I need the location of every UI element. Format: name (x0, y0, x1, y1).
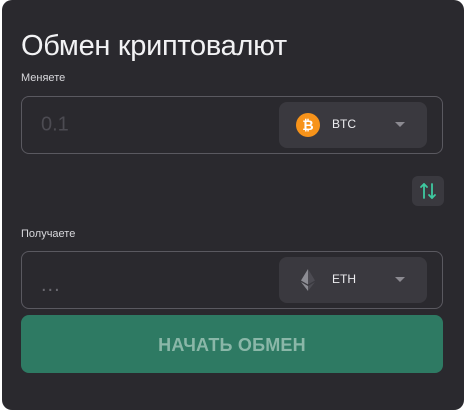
svg-text:₿: ₿ (302, 118, 313, 134)
ethereum-icon (301, 269, 315, 291)
swap-arrows-icon (420, 183, 436, 199)
swap-button[interactable] (412, 176, 444, 206)
start-exchange-button[interactable]: НАЧАТЬ ОБМЕН (21, 315, 443, 373)
exchange-card: Обмен криптовалют Меняете ₿ BTC Получает… (2, 0, 464, 410)
give-label: Меняете (21, 72, 66, 84)
get-currency-name: ETH (332, 272, 356, 286)
chevron-down-icon (395, 122, 405, 127)
page-title: Обмен криптовалют (21, 30, 287, 62)
give-amount-input[interactable] (41, 113, 241, 137)
give-currency-name: BTC (332, 117, 356, 131)
get-amount-value: ... (41, 274, 61, 296)
get-label: Получаете (21, 228, 76, 240)
give-currency-select[interactable]: ₿ BTC (279, 102, 427, 148)
give-field: ₿ BTC (21, 96, 443, 154)
get-field: ... ETH (21, 251, 443, 309)
get-currency-select[interactable]: ETH (279, 257, 427, 303)
chevron-down-icon (395, 277, 405, 282)
bitcoin-icon: ₿ (296, 113, 320, 137)
